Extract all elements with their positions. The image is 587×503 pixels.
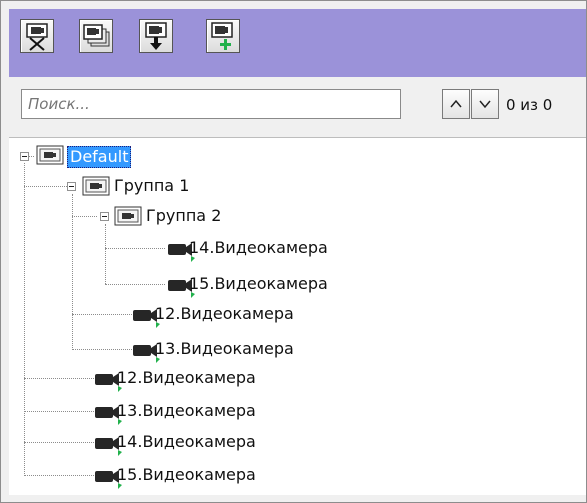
tree-node-label: Группа 1 <box>114 176 190 195</box>
tree-connector <box>72 194 73 350</box>
group-folder-icon <box>36 145 64 165</box>
chevron-up-icon <box>450 99 462 108</box>
tree-node-label: 15.Видеокамера <box>117 465 256 484</box>
remove-camera-icon <box>26 23 48 51</box>
device-tree[interactable]: Default Группа 1 Группа 2 14.Видеокамера… <box>9 137 586 495</box>
collapse-toggle[interactable] <box>67 182 76 191</box>
group-folder-icon <box>82 176 110 196</box>
tree-connector <box>24 378 94 379</box>
copy-camera-icon <box>83 24 110 47</box>
tree-node-label: 15.Видеокамера <box>189 274 328 293</box>
search-result-counter: 0 из 0 <box>506 96 553 114</box>
tree-connector <box>24 163 25 476</box>
camera-tree-panel: 0 из 0 Default <box>0 0 587 503</box>
remove-camera-button[interactable] <box>20 19 54 53</box>
tree-connector <box>105 248 165 249</box>
tree-node-label: Группа 2 <box>146 206 222 225</box>
tree-node-label: 12.Видеокамера <box>155 304 294 323</box>
add-camera-button[interactable] <box>206 19 240 53</box>
tree-connector <box>72 314 132 315</box>
chevron-down-icon <box>479 100 491 109</box>
tree-connector <box>24 442 94 443</box>
tree-connector <box>72 216 97 217</box>
previous-result-button[interactable] <box>442 89 470 119</box>
next-result-button[interactable] <box>471 89 499 119</box>
tree-connector <box>72 349 132 350</box>
tree-node-label: 14.Видеокамера <box>189 238 328 257</box>
tree-node-label: 14.Видеокамера <box>117 432 256 451</box>
toolbar <box>9 9 586 77</box>
tree-connector <box>24 186 69 187</box>
group-folder-icon <box>114 206 142 226</box>
tree-node-label: 13.Видеокамера <box>117 401 256 420</box>
import-camera-button[interactable] <box>139 19 173 53</box>
copy-camera-button[interactable] <box>79 19 113 53</box>
search-input[interactable] <box>21 89 401 119</box>
tree-node-label: 13.Видеокамера <box>155 339 294 358</box>
tree-connector <box>24 411 94 412</box>
tree-node-label: Default <box>67 146 132 168</box>
tree-connector <box>24 475 94 476</box>
tree-node-label: 12.Видеокамера <box>117 368 256 387</box>
import-camera-icon <box>145 22 167 50</box>
tree-connector <box>105 224 106 284</box>
tree-connector <box>105 284 165 285</box>
search-bar: 0 из 0 <box>9 87 586 127</box>
collapse-toggle[interactable] <box>20 152 29 161</box>
collapse-toggle[interactable] <box>100 212 109 221</box>
add-camera-icon <box>211 22 233 50</box>
